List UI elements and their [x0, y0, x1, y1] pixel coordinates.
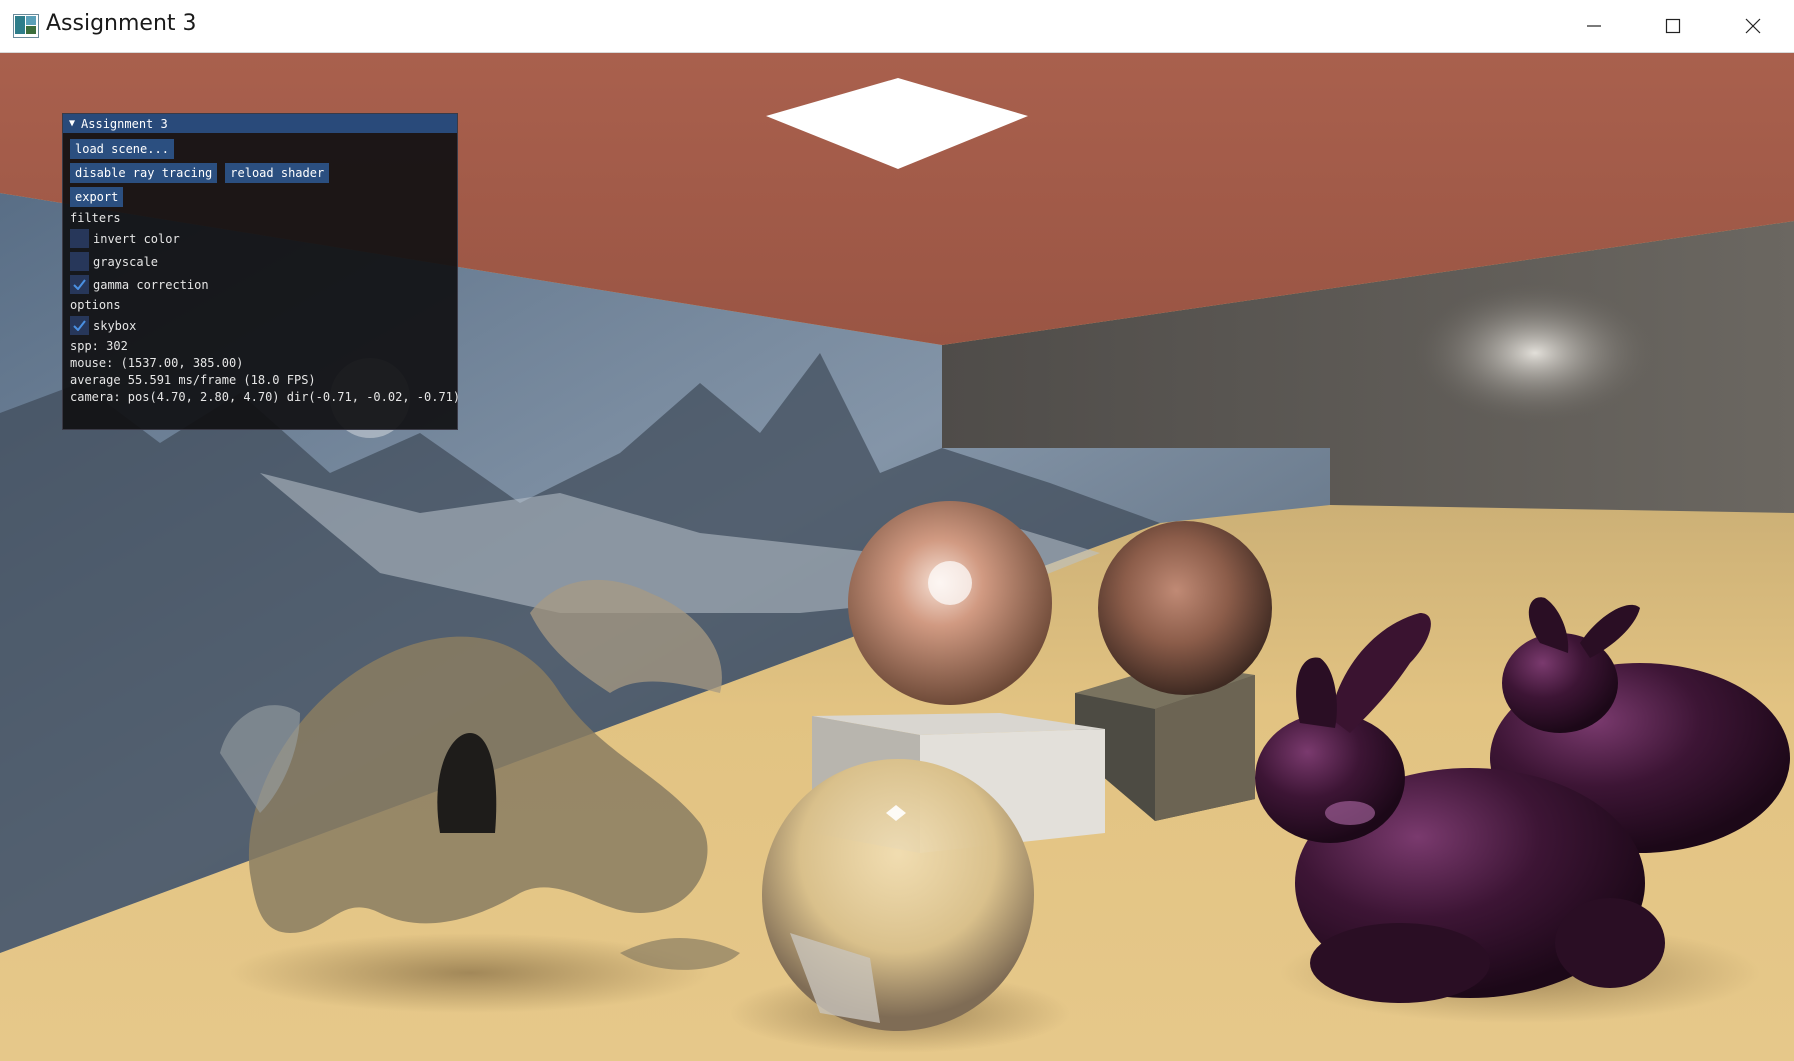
- maximize-icon: [1665, 18, 1681, 34]
- invert-color-label: invert color: [93, 231, 180, 246]
- skybox-toggle[interactable]: skybox: [70, 316, 450, 335]
- grayscale-toggle[interactable]: grayscale: [70, 252, 450, 271]
- window-title: Assignment 3: [46, 11, 197, 36]
- mouse-stat: mouse: (1537.00, 385.00): [70, 356, 244, 370]
- gamma-correction-toggle[interactable]: gamma correction: [70, 275, 450, 294]
- load-scene-button[interactable]: load scene...: [70, 139, 174, 159]
- copper-sphere-highlight: [928, 561, 972, 605]
- checkmark-icon: [73, 320, 86, 331]
- skybox-checkbox[interactable]: [70, 316, 89, 335]
- glass-sphere: [762, 759, 1034, 1031]
- wall-spotlight: [1415, 283, 1655, 423]
- minimize-icon: [1587, 25, 1601, 27]
- shadow-dragon: [230, 933, 710, 1013]
- grayscale-label: grayscale: [93, 254, 159, 269]
- options-header: options: [70, 298, 121, 312]
- invert-color-checkbox[interactable]: [70, 229, 89, 248]
- panel-title: Assignment 3: [81, 116, 168, 131]
- copper-sphere-right: [1098, 521, 1272, 695]
- minimize-button[interactable]: [1554, 0, 1634, 52]
- close-button[interactable]: [1713, 0, 1793, 52]
- triangle-down-icon[interactable]: ▼: [69, 118, 75, 129]
- checkmark-icon: [73, 279, 86, 290]
- grayscale-checkbox[interactable]: [70, 252, 89, 271]
- invert-color-toggle[interactable]: invert color: [70, 229, 450, 248]
- imgui-panel[interactable]: ▼ Assignment 3 load scene... disable ray…: [62, 113, 461, 430]
- camera-stat: camera: pos(4.70, 2.80, 4.70) dir(-0.71,…: [70, 390, 461, 404]
- export-button[interactable]: export: [70, 187, 124, 207]
- panel-titlebar[interactable]: ▼ Assignment 3: [63, 114, 457, 133]
- filters-header: filters: [70, 211, 121, 225]
- reload-shader-button[interactable]: reload shader: [225, 163, 330, 183]
- frame-time-stat: average 55.591 ms/frame (18.0 FPS): [70, 373, 316, 387]
- maximize-button[interactable]: [1633, 0, 1713, 52]
- spp-stat: spp: 302: [70, 339, 128, 353]
- gamma-correction-label: gamma correction: [93, 277, 209, 292]
- window-titlebar[interactable]: Assignment 3: [0, 0, 1794, 53]
- gamma-correction-checkbox[interactable]: [70, 275, 89, 294]
- app-icon: [13, 14, 39, 38]
- disable-ray-tracing-button[interactable]: disable ray tracing: [70, 163, 218, 183]
- close-icon: [1745, 18, 1761, 34]
- skybox-label: skybox: [93, 318, 137, 333]
